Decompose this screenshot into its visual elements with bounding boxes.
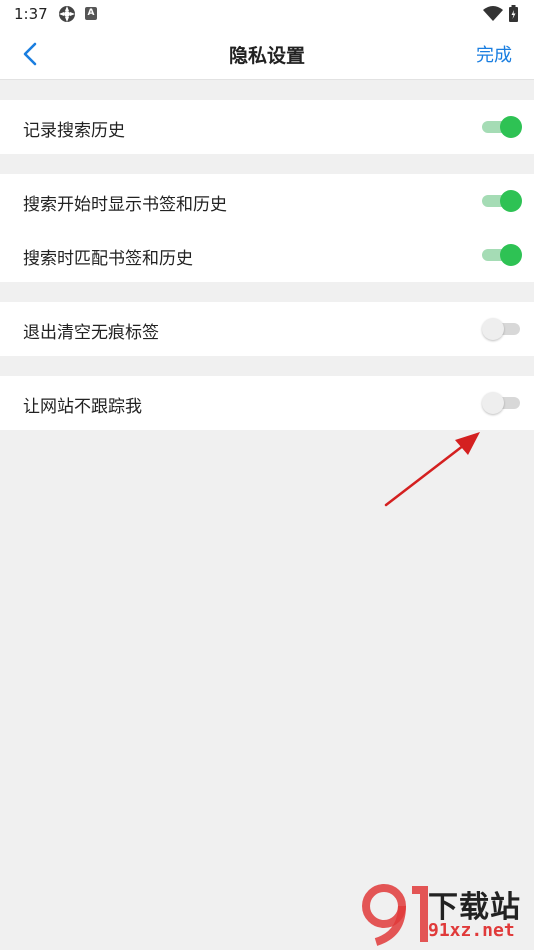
status-bar: 1:37 A [0, 0, 534, 28]
done-button[interactable]: 完成 [476, 41, 512, 67]
settings-group-search: 搜索开始时显示书签和历史 搜索时匹配书签和历史 [0, 174, 534, 282]
page-title: 隐私设置 [228, 45, 305, 67]
settings-group-history: 记录搜索历史 [0, 100, 534, 154]
setting-label: 搜索时匹配书签和历史 [23, 249, 193, 269]
toggle-knob [500, 190, 522, 212]
setting-label: 退出清空无痕标签 [23, 323, 159, 343]
setting-row-show-on-start[interactable]: 搜索开始时显示书签和历史 [0, 174, 534, 228]
app-a-icon: A [85, 7, 97, 20]
setting-row-record-history[interactable]: 记录搜索历史 [0, 100, 534, 154]
watermark-domain: 91xz.net [428, 920, 515, 941]
annotation-arrow-icon [384, 432, 480, 507]
match-bookmarks-toggle[interactable] [482, 243, 522, 267]
setting-label: 搜索开始时显示书签和历史 [23, 195, 227, 215]
settings-group-incognito: 退出清空无痕标签 [0, 302, 534, 356]
do-not-track-toggle[interactable] [482, 391, 522, 415]
record-history-toggle[interactable] [482, 115, 522, 139]
91-logo-icon [362, 884, 428, 946]
setting-label: 让网站不跟踪我 [23, 397, 142, 417]
watermark: 下载站 91xz.net [362, 880, 532, 948]
setting-label: 记录搜索历史 [23, 121, 125, 141]
wifi-icon [483, 6, 503, 21]
nav-bar: 隐私设置 完成 [0, 28, 534, 80]
status-time: 1:37 [14, 5, 48, 23]
toggle-knob [500, 244, 522, 266]
toggle-knob [482, 392, 504, 414]
toggle-knob [482, 318, 504, 340]
setting-row-do-not-track[interactable]: 让网站不跟踪我 [0, 376, 534, 430]
settings-icon [59, 6, 75, 22]
settings-group-tracking: 让网站不跟踪我 [0, 376, 534, 430]
battery-icon [509, 5, 518, 22]
setting-row-match-bookmarks[interactable]: 搜索时匹配书签和历史 [0, 228, 534, 282]
clear-incognito-toggle[interactable] [482, 317, 522, 341]
setting-row-clear-incognito[interactable]: 退出清空无痕标签 [0, 302, 534, 356]
toggle-knob [500, 116, 522, 138]
show-on-start-toggle[interactable] [482, 189, 522, 213]
